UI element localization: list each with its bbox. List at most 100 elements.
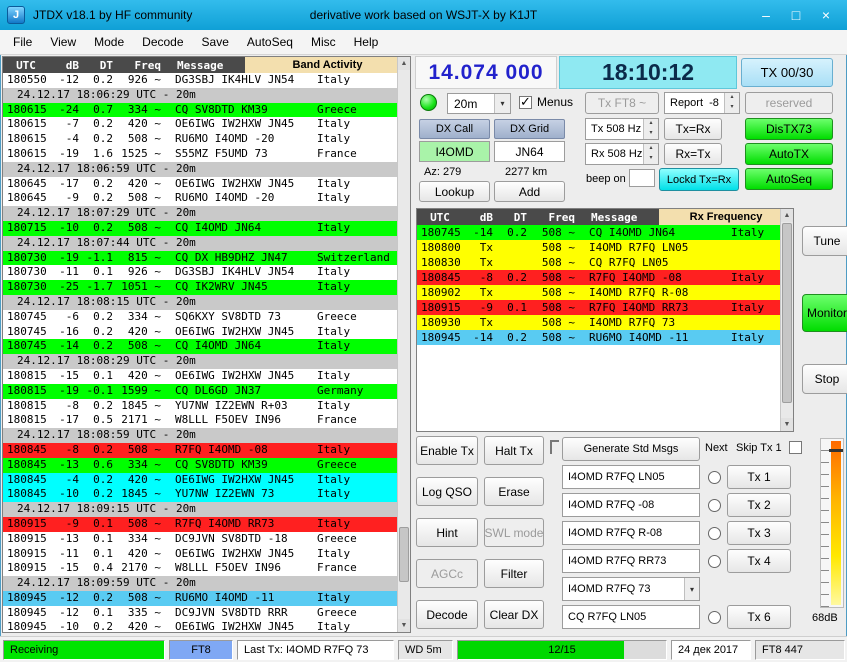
decode-row[interactable]: 180845-80.2508 ~R7FQ I4OMD -08Italy [417, 270, 780, 285]
decode-row[interactable]: 180745-160.2420 ~OE6IWG IW2HXW JN45Italy [3, 325, 397, 340]
lookup-button[interactable]: Lookup [419, 181, 490, 202]
tx-message-combo[interactable]: I4OMD R7FQ 73▾ [562, 577, 700, 601]
tx-button-6[interactable]: Tx 6 [727, 605, 791, 629]
decode-row[interactable]: 180730-25-1.71051 ~CQ IK2WRV JN45Italy [3, 280, 397, 295]
auto-seq-button[interactable]: AutoSeq [745, 168, 833, 190]
tx-equals-rx-button[interactable]: Tx=Rx [664, 118, 722, 140]
decode-row[interactable]: 180902Tx508 ~I4OMD R7FQ R-08 [417, 285, 780, 300]
decode-row[interactable]: 180615-191.61525 ~S55MZ F5UMD 73France [3, 147, 397, 162]
clear-dx-button[interactable]: Clear DX [484, 600, 544, 629]
agcc-button[interactable]: AGCc [416, 559, 478, 588]
spin-up-icon[interactable]: ▴ [725, 93, 739, 103]
tx-button-3[interactable]: Tx 3 [727, 521, 791, 545]
rx-frequency-spinner[interactable]: Rx 508 Hz ▴▾ [585, 143, 659, 165]
menus-checkbox[interactable]: Menus [519, 95, 573, 109]
spinner-arrows[interactable]: ▴▾ [724, 93, 739, 113]
tx-message-field[interactable]: I4OMD R7FQ R-08 [562, 521, 700, 545]
skip-tx1-checkbox[interactable] [789, 441, 802, 454]
decode-row[interactable]: 180645-170.2420 ~OE6IWG IW2HXW JN45Italy [3, 177, 397, 192]
decode-row[interactable]: 180615-70.2420 ~OE6IWG IW2HXW JN45Italy [3, 117, 397, 132]
scroll-down-icon[interactable]: ▼ [781, 418, 793, 431]
decode-row[interactable]: 180615-40.2508 ~RU6MO I4OMD -20Italy [3, 132, 397, 147]
reserved-button[interactable]: reserved [745, 92, 833, 114]
minimize-icon[interactable]: – [751, 4, 781, 26]
dx-call-field[interactable]: I4OMD [419, 141, 490, 162]
hint-button[interactable]: Hint [416, 518, 478, 547]
meter-slider-handle[interactable] [829, 449, 843, 452]
swl-mode-button[interactable]: SWL mode [484, 518, 544, 547]
decode-row[interactable]: 180845-100.21845 ~YU7NW IZ2EWN 73Italy [3, 487, 397, 502]
menu-misc[interactable]: Misc [302, 30, 345, 54]
decode-row[interactable]: 180730-110.1926 ~DG3SBJ IK4HLV JN54Italy [3, 265, 397, 280]
decode-row[interactable]: 180945-140.2508 ~RU6MO I4OMD -11Italy [417, 330, 780, 345]
tx-select-radio[interactable] [708, 499, 721, 512]
decode-row[interactable]: 180945-100.2420 ~OE6IWG IW2HXW JN45Italy [3, 620, 397, 632]
decode-row[interactable]: 180915-150.42170 ~W8LLL F5OEV IN96France [3, 561, 397, 576]
decode-button[interactable]: Decode [416, 600, 478, 629]
erase-button[interactable]: Erase [484, 477, 544, 506]
tx-frequency-spinner[interactable]: Tx 508 Hz ▴▾ [585, 118, 659, 140]
decode-row[interactable]: 180615-240.7334 ~CQ SV8DTD KM39Greece [3, 103, 397, 118]
decode-row[interactable]: 180745-140.2508 ~CQ I4OMD JN64Italy [3, 339, 397, 354]
maximize-icon[interactable]: □ [781, 4, 811, 26]
tx-button-1[interactable]: Tx 1 [727, 465, 791, 489]
beep-input[interactable] [629, 169, 655, 187]
auto-tx-button[interactable]: AutoTX [745, 143, 833, 165]
decode-row[interactable]: 180815-19-0.11599 ~CQ DL6GD JN37Germany [3, 384, 397, 399]
tx-message-field[interactable]: I4OMD R7FQ LN05 [562, 465, 700, 489]
menu-decode[interactable]: Decode [133, 30, 192, 54]
spin-down-icon[interactable]: ▾ [644, 154, 658, 164]
dx-grid-field[interactable]: JN64 [494, 141, 565, 162]
log-qso-button[interactable]: Log QSO [416, 477, 478, 506]
decode-row[interactable]: 180845-40.2420 ~OE6IWG IW2HXW JN45Italy [3, 473, 397, 488]
menu-mode[interactable]: Mode [85, 30, 133, 54]
menu-save[interactable]: Save [193, 30, 238, 54]
tx-message-field[interactable]: I4OMD R7FQ RR73 [562, 549, 700, 573]
tune-button[interactable]: Tune [802, 226, 847, 256]
spin-down-icon[interactable]: ▾ [725, 103, 739, 113]
menu-file[interactable]: File [4, 30, 41, 54]
dis-tx73-button[interactable]: DisTX73 [745, 118, 833, 140]
decode-row[interactable]: 180730-19-1.1815 ~CQ DX HB9DHZ JN47Switz… [3, 251, 397, 266]
scrollbar-thumb[interactable] [399, 527, 409, 582]
scrollbar-thumb[interactable] [782, 223, 792, 403]
audio-level-meter[interactable] [820, 438, 844, 608]
scroll-up-icon[interactable]: ▲ [781, 209, 793, 222]
filter-button[interactable]: Filter [484, 559, 544, 588]
chevron-down-icon[interactable]: ▾ [494, 94, 510, 113]
decode-row[interactable]: 180915-110.1420 ~OE6IWG IW2HXW JN45Italy [3, 547, 397, 562]
decode-row[interactable]: 180915-130.1334 ~DC9JVN SV8DTD -18Greece [3, 532, 397, 547]
close-icon[interactable]: × [811, 4, 841, 26]
decode-row[interactable]: 180550-120.2926 ~DG3SBJ IK4HLV JN54Italy [3, 73, 397, 88]
tx-button-4[interactable]: Tx 4 [727, 549, 791, 573]
add-button[interactable]: Add [494, 181, 565, 202]
tx-button-2[interactable]: Tx 2 [727, 493, 791, 517]
decode-row[interactable]: 180915-90.1508 ~R7FQ I4OMD RR73Italy [3, 517, 397, 532]
decode-row[interactable]: 180930Tx508 ~I4OMD R7FQ 73 [417, 315, 780, 330]
decode-row[interactable]: 180945-120.2508 ~RU6MO I4OMD -11Italy [3, 591, 397, 606]
decode-row[interactable]: 180645-90.2508 ~RU6MO I4OMD -20Italy [3, 191, 397, 206]
decode-row[interactable]: 180945-120.1335 ~DC9JVN SV8DTD RRRGreece [3, 606, 397, 621]
decode-row[interactable]: 180815-80.21845 ~YU7NW IZ2EWN R+03Italy [3, 399, 397, 414]
tx-message-field[interactable]: CQ R7FQ LN05 [562, 605, 700, 629]
tx-mode-button[interactable]: Tx FT8 ~ [585, 92, 659, 114]
rx-frequency-scrollbar[interactable]: ▲ ▼ [780, 209, 793, 431]
menu-autoseq[interactable]: AutoSeq [238, 30, 302, 54]
decode-row[interactable]: 180715-100.2508 ~CQ I4OMD JN64Italy [3, 221, 397, 236]
rx-equals-tx-button[interactable]: Rx=Tx [664, 143, 722, 165]
spinner-arrows[interactable]: ▴▾ [643, 144, 658, 164]
enable-tx-button[interactable]: Enable Tx [416, 436, 478, 465]
decode-row[interactable]: 180815-150.1420 ~OE6IWG IW2HXW JN45Italy [3, 369, 397, 384]
band-select[interactable]: 20m ▾ [447, 93, 511, 114]
tx-select-radio[interactable] [708, 611, 721, 624]
generate-std-msgs-button[interactable]: Generate Std Msgs [562, 437, 700, 461]
tx-select-radio[interactable] [708, 527, 721, 540]
tx-select-radio[interactable] [708, 471, 721, 484]
report-spinner[interactable]: Report -8 ▴▾ [664, 92, 740, 114]
decode-row[interactable]: 180830Tx508 ~CQ R7FQ LN05 [417, 255, 780, 270]
scroll-down-icon[interactable]: ▼ [398, 619, 410, 632]
decode-row[interactable]: 180915-90.1508 ~R7FQ I4OMD RR73Italy [417, 300, 780, 315]
spin-up-icon[interactable]: ▴ [644, 144, 658, 154]
decode-row[interactable]: 180845-130.6334 ~CQ SV8DTD KM39Greece [3, 458, 397, 473]
menu-view[interactable]: View [41, 30, 85, 54]
